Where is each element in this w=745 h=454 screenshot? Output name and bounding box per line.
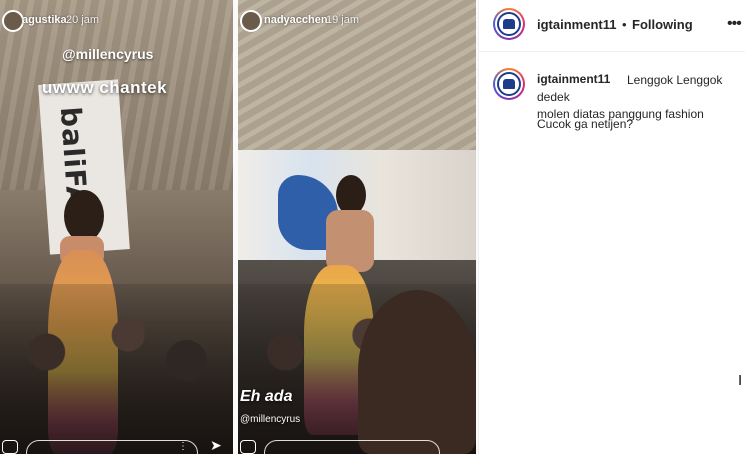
model-head xyxy=(64,190,104,242)
story-timestamp: 19 jam xyxy=(326,14,360,26)
caption-line-3: Cucok ga netijen? xyxy=(537,117,634,131)
audience-crowd xyxy=(0,284,233,454)
story-avatar[interactable] xyxy=(240,10,262,32)
profile-avatar-icon[interactable] xyxy=(493,8,525,40)
more-options-icon[interactable]: ••• xyxy=(727,15,742,33)
send-icon[interactable]: ➤ xyxy=(210,437,222,454)
story-username[interactable]: nadyacchen xyxy=(264,14,328,26)
story-frame-2: nadyacchen 19 jam Eh ada @millencyrus xyxy=(238,0,476,454)
story-caption: uwww chantek xyxy=(42,78,168,97)
model-head xyxy=(336,175,366,215)
camera-icon[interactable] xyxy=(2,440,18,454)
story-mention[interactable]: @millencyrus xyxy=(62,46,153,62)
header-separator: • xyxy=(622,17,627,32)
text-cursor-icon: I xyxy=(738,372,743,389)
post-header: igtainment11 • Following ••• xyxy=(479,0,745,52)
story-reply-field[interactable] xyxy=(26,440,198,454)
story-timestamp: 20 jam xyxy=(66,14,100,26)
following-button[interactable]: Following xyxy=(632,17,693,32)
story-frame-1: baliFAS agustika 20 jam @millencyrus uww… xyxy=(0,0,233,454)
post-side-panel: igtainment11 • Following ••• Lenggok Len… xyxy=(478,0,745,454)
post-author-username[interactable]: igtainment11 xyxy=(537,17,616,32)
foreground-viewer xyxy=(358,290,476,454)
caption-author-username[interactable]: igtainment11 xyxy=(537,72,610,86)
more-dots-icon[interactable]: ⋮ xyxy=(178,441,188,452)
story-username[interactable]: agustika xyxy=(22,14,67,26)
post-media[interactable]: baliFAS agustika 20 jam @millencyrus uww… xyxy=(0,0,478,454)
camera-icon[interactable] xyxy=(240,440,256,454)
model-back xyxy=(326,210,374,272)
story-caption: Eh ada xyxy=(240,388,293,405)
profile-avatar-icon[interactable] xyxy=(493,68,525,100)
story-mention[interactable]: @millencyrus xyxy=(240,414,300,425)
story-reply-field[interactable] xyxy=(264,440,440,454)
story-avatar[interactable] xyxy=(2,10,24,32)
